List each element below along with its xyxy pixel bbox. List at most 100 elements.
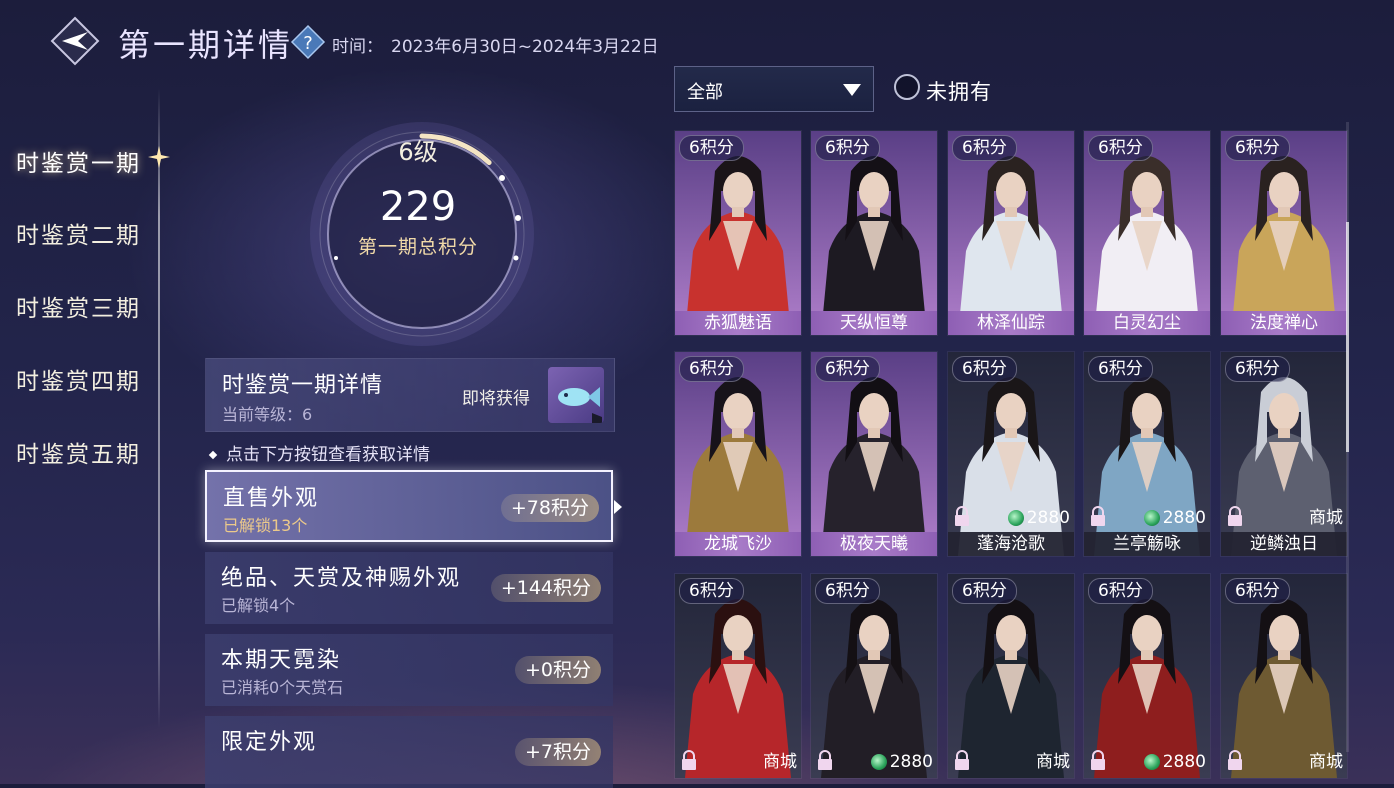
character-portrait [1094,599,1200,778]
category-points: +7积分 [514,738,601,766]
outfit-card[interactable]: 6积分 2880 [1084,574,1210,778]
category-subtitle: 已消耗0个天赏石 [221,678,344,697]
character-portrait [685,156,791,335]
jade-currency-icon [1007,510,1024,526]
fish-reward-icon [558,387,602,423]
card-price-value: 商城 [1036,752,1070,772]
card-points-badge: 6积分 [679,356,744,382]
card-name: 极夜天曦 [811,532,937,556]
outfit-card[interactable]: 6积分 法度禅心 [1221,131,1347,335]
card-price: 2880 [1007,508,1070,528]
category-subtitle: 已解锁13个 [223,516,308,535]
total-points: 229 [379,184,457,230]
card-price: 2880 [870,752,933,772]
card-price-value: 2880 [1162,752,1206,772]
card-points-badge: 6积分 [679,135,744,161]
card-name: 赤狐魅语 [675,311,801,335]
lock-icon [681,750,697,770]
hint-label: 点击下方按钮查看获取详情 [226,445,430,465]
diamond-bullet-icon [208,450,218,460]
help-button[interactable]: ? [290,24,326,60]
outfit-card[interactable]: 6积分蓬海沧歌 2880 [948,352,1074,556]
card-points-badge: 6积分 [952,135,1017,161]
outfit-card[interactable]: 6积分 极夜天曦 [811,352,937,556]
period-text: 时间： 2023年6月30日~2024年3月22日 [332,32,659,57]
outfit-card[interactable]: 6积分 2880 [811,574,937,778]
card-points-badge: 6积分 [1225,356,1290,382]
character-portrait [1231,156,1337,335]
lock-icon [817,750,833,770]
outfit-card[interactable]: 6积分 天纵恒尊 [811,131,937,335]
sidebar-item-period-3[interactable]: 时鉴赏三期 [16,289,141,323]
grid-scroll-thumb[interactable] [1346,222,1349,452]
svg-text:?: ? [303,33,313,54]
card-name: 林泽仙踪 [948,311,1074,335]
card-price: 商城 [1309,747,1343,772]
back-arrow-icon [50,16,100,66]
card-points-badge: 6积分 [1225,578,1290,604]
outfit-card[interactable]: 6积分 商城 [948,574,1074,778]
unowned-toggle[interactable] [894,74,920,100]
category-points: +144积分 [490,574,601,602]
card-price: 商城 [763,747,797,772]
lock-icon [954,750,970,770]
character-portrait [685,377,791,556]
outfit-card[interactable]: 6积分 逆鳞浊日 商城 [1221,352,1347,556]
card-points-badge: 6积分 [1225,135,1290,161]
category-dye[interactable]: 本期天霓染 已消耗0个天赏石 +0积分 [205,634,613,706]
reward-item[interactable] [548,367,604,423]
category-premium[interactable]: 绝品、天赏及神赐外观 已解锁4个 +144积分 [205,552,613,624]
card-points-badge: 6积分 [1088,578,1153,604]
card-name: 白灵幻尘 [1084,311,1210,335]
card-price: 商城 [1036,747,1070,772]
category-title: 限定外观 [221,730,318,755]
character-portrait [1094,156,1200,335]
upcoming-label: 即将获得 [462,389,530,409]
period-value: 2023年6月30日~2024年3月22日 [391,37,659,57]
card-price-value: 商城 [1309,752,1343,772]
card-price-value: 2880 [1162,508,1206,528]
level-text: 6级 [398,138,438,166]
page-title: 第一期详情 [118,26,294,64]
sidebar-item-period-2[interactable]: 时鉴赏二期 [16,216,141,250]
outfit-card[interactable]: 6积分商城 [675,574,801,778]
lock-icon [1227,506,1243,526]
jade-currency-icon [870,754,887,770]
outfit-card[interactable]: 6积分商城 [1221,574,1347,778]
hint-text: 点击下方按钮查看获取详情 [208,440,430,465]
character-portrait [821,599,927,778]
character-portrait [958,156,1064,335]
lock-icon [1090,750,1106,770]
sidebar-divider [158,88,160,728]
detail-title: 时鉴赏一期详情 [222,373,384,398]
question-icon: ? [290,24,326,60]
lock-icon [954,506,970,526]
lock-icon [1227,750,1243,770]
sidebar-item-period-5[interactable]: 时鉴赏五期 [16,435,141,469]
filter-dropdown[interactable]: 全部 [674,66,874,112]
card-price: 2880 [1143,508,1206,528]
outfit-card[interactable]: 6积分赤狐魅语 [675,131,801,335]
card-points-badge: 6积分 [1088,135,1153,161]
card-name: 蓬海沧歌 [948,532,1074,556]
outfit-card[interactable]: 6积分 兰亭觞咏 2880 [1084,352,1210,556]
outfit-card[interactable]: 6积分 龙城飞沙 [675,352,801,556]
character-portrait [821,377,927,556]
sidebar-item-period-4[interactable]: 时鉴赏四期 [16,362,141,396]
unowned-label[interactable]: 未拥有 [926,76,992,106]
current-level: 当前等级：6 [222,405,313,424]
category-points: +78积分 [500,494,599,522]
card-price: 2880 [1143,752,1206,772]
period-detail-card[interactable]: 时鉴赏一期详情 当前等级：6 即将获得 [205,358,615,432]
card-points-badge: 6积分 [952,356,1017,382]
jade-currency-icon [1143,510,1160,526]
card-name: 逆鳞浊日 [1221,532,1347,556]
outfit-card[interactable]: 6积分林泽仙踪 [948,131,1074,335]
back-button[interactable] [50,16,100,66]
card-points-badge: 6积分 [679,578,744,604]
sidebar-item-period-1[interactable]: 时鉴赏一期 [16,144,141,178]
category-direct-sale[interactable]: 直售外观 已解锁13个 +78积分 [205,470,613,542]
outfit-card[interactable]: 6积分白灵幻尘 [1084,131,1210,335]
category-limited[interactable]: 限定外观 +7积分 [205,716,613,788]
card-price-value: 2880 [889,752,933,772]
